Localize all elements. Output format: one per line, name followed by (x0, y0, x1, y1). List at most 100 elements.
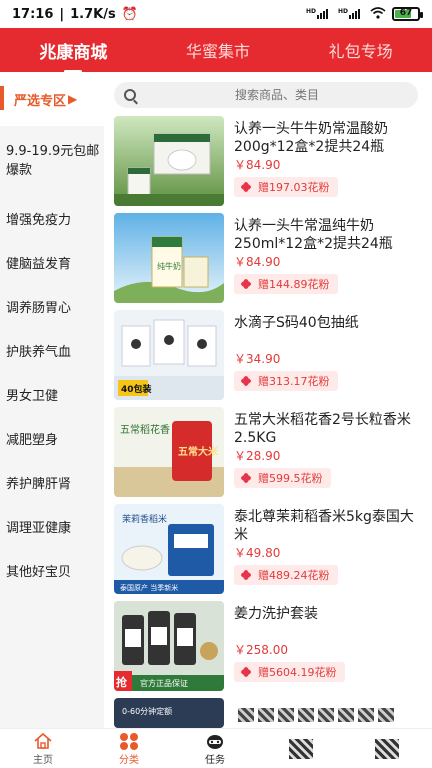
flower-icon (240, 375, 252, 387)
nav-blurred-1[interactable] (258, 729, 344, 768)
signal-icon-2: HD (338, 7, 364, 22)
product-price: ￥84.90 (234, 158, 281, 172)
product-image: 抢 官方正品保证 (114, 601, 224, 691)
search-input[interactable] (136, 88, 418, 102)
product-card[interactable]: 纯牛奶 认养一头牛常温纯牛奶250ml*12盒*2提共24瓶 ￥84.90 赠1… (104, 211, 432, 308)
points-text: 赠144.89花粉 (258, 278, 330, 291)
status-bar: 17:16 | 1.7K/s ⏰ HD HD 67 (0, 0, 432, 28)
product-price: ￥49.80 (234, 546, 281, 560)
product-image: 五常稻花香 五常大米 (114, 407, 224, 497)
product-image: 0-60分钟定额 (114, 698, 224, 728)
blurred-region (238, 708, 394, 726)
status-left: 17:16 | 1.7K/s ⏰ (12, 7, 138, 22)
svg-text:茉莉香稻米: 茉莉香稻米 (122, 513, 167, 525)
product-info: 五常大米稻花香2号长粒香米2.5KG ￥28.90 赠599.5花粉 (234, 407, 424, 502)
product-image (114, 116, 224, 206)
points-badge: 赠5604.19花粉 (234, 662, 345, 682)
tab-gift-pack[interactable]: 礼包专场 (319, 32, 403, 68)
product-name: 泰北尊茉莉稻香米5kg泰国大米 (234, 509, 414, 543)
product-name: 姜力洗护套装 (234, 606, 318, 622)
product-price: ￥258.00 (234, 643, 288, 657)
product-image: 纯牛奶 (114, 213, 224, 303)
product-price: ￥34.90 (234, 352, 281, 366)
points-text: 赠489.24花粉 (258, 569, 330, 582)
tab-zhaokang-mall[interactable]: 兆康商城 (29, 32, 117, 69)
search-icon (124, 89, 136, 101)
product-info: 泰北尊茉莉稻香米5kg泰国大米 ￥49.80 赠489.24花粉 (234, 504, 424, 599)
status-speed: 1.7K/s (70, 6, 116, 22)
product-card[interactable]: 茉莉香稻米 泰国原产 当季新米 泰北尊茉莉稻香米5kg泰国大米 ￥49.80 赠… (104, 502, 432, 599)
svg-text:抢: 抢 (116, 675, 128, 689)
product-card[interactable]: 40包装 水滴子S码40包抽纸 ￥34.90 赠313.17花粉 (104, 308, 432, 405)
search-bar[interactable] (114, 82, 418, 108)
sidebar-item-immunity[interactable]: 增强免疫力 (0, 196, 104, 240)
product-info: 认养一头牛常温纯牛奶250ml*12盒*2提共24瓶 ￥84.90 赠144.8… (234, 213, 424, 308)
sidebar-item-selected[interactable]: 严选专区 ▶ (0, 72, 104, 126)
flower-icon (240, 569, 252, 581)
sidebar-item-organs[interactable]: 养护脾肝肾 (0, 460, 104, 504)
alarm-icon: ⏰ (121, 6, 138, 22)
svg-text:40包装: 40包装 (121, 383, 153, 395)
svg-text:泰国原产 当季新米: 泰国原产 当季新米 (120, 583, 178, 592)
flower-icon (240, 472, 252, 484)
points-badge: 赠489.24花粉 (234, 565, 338, 585)
svg-text:纯牛奶: 纯牛奶 (157, 261, 181, 271)
product-card[interactable]: 抢 官方正品保证 姜力洗护套装 ￥258.00 赠5604.19花粉 (104, 599, 432, 696)
svg-text:五常稻花香: 五常稻花香 (120, 423, 170, 436)
nav-home-label: 主页 (33, 754, 53, 766)
nav-category[interactable]: 分类 (86, 729, 172, 768)
product-name: 五常大米稻花香2号长粒香米2.5KG (234, 412, 411, 446)
svg-text:HD: HD (306, 8, 316, 15)
home-icon (34, 732, 52, 749)
flower-icon (240, 278, 252, 290)
product-card[interactable]: 认养一头牛牛奶常温酸奶200g*12盒*2提共24瓶 ￥84.90 赠197.0… (104, 114, 432, 211)
sidebar-item-subhealth[interactable]: 调理亚健康 (0, 504, 104, 548)
points-text: 赠599.5花粉 (258, 472, 323, 485)
flower-icon (240, 181, 252, 193)
nav-home[interactable]: 主页 (0, 729, 86, 768)
caret-right-icon: ▶ (68, 92, 78, 106)
product-info: 姜力洗护套装 ￥258.00 赠5604.19花粉 (234, 601, 424, 696)
product-list: 认养一头牛牛奶常温酸奶200g*12盒*2提共24瓶 ￥84.90 赠197.0… (104, 114, 432, 728)
nav-category-label: 分类 (119, 754, 139, 766)
points-badge: 赠144.89花粉 (234, 274, 338, 294)
points-badge: 赠313.17花粉 (234, 371, 338, 391)
status-right: HD HD 67 (306, 6, 423, 22)
nav-blurred-2[interactable] (344, 729, 430, 768)
product-info: 水滴子S码40包抽纸 ￥34.90 赠313.17花粉 (234, 310, 424, 405)
product-card[interactable]: 五常稻花香 五常大米 五常大米稻花香2号长粒香米2.5KG ￥28.90 赠59… (104, 405, 432, 502)
robot-icon (207, 734, 223, 749)
svg-text:0-60分钟定额: 0-60分钟定额 (122, 706, 172, 716)
category-sidebar: 严选专区 ▶ 9.9-19.9元包邮爆款 增强免疫力 健脑益发育 调养肠胃心 护… (0, 72, 104, 728)
sidebar-item-stomach[interactable]: 调养肠胃心 (0, 284, 104, 328)
sidebar-item-skin[interactable]: 护肤养气血 (0, 328, 104, 372)
points-badge: 赠197.03花粉 (234, 177, 338, 197)
nav-task[interactable]: 任务 (172, 729, 258, 768)
product-info: 认养一头牛牛奶常温酸奶200g*12盒*2提共24瓶 ￥84.90 赠197.0… (234, 116, 424, 211)
signal-icon: HD (306, 7, 332, 22)
svg-text:五常大米: 五常大米 (178, 445, 219, 458)
sidebar-item-label: 严选专区 (14, 93, 67, 109)
top-tab-bar: 兆康商城 华蜜集市 礼包专场 (0, 28, 432, 72)
status-time: 17:16 (12, 6, 54, 22)
sidebar-item-bargain[interactable]: 9.9-19.9元包邮爆款 (0, 126, 104, 196)
product-name: 认养一头牛常温纯牛奶250ml*12盒*2提共24瓶 (234, 218, 393, 252)
battery-icon: 67 (392, 7, 423, 21)
sidebar-item-other[interactable]: 其他好宝贝 (0, 548, 104, 592)
wifi-icon (370, 6, 386, 22)
points-text: 赠313.17花粉 (258, 375, 330, 388)
sidebar-item-slimming[interactable]: 减肥塑身 (0, 416, 104, 460)
product-price: ￥84.90 (234, 255, 281, 269)
status-divider: | (59, 6, 65, 22)
product-image: 40包装 (114, 310, 224, 400)
product-card-partial[interactable]: 0-60分钟定额 (104, 696, 432, 728)
sidebar-item-hygiene[interactable]: 男女卫健 (0, 372, 104, 416)
svg-text:官方正品保证: 官方正品保证 (140, 678, 188, 688)
points-text: 赠5604.19花粉 (258, 666, 337, 679)
sidebar-item-brain[interactable]: 健脑益发育 (0, 240, 104, 284)
bottom-nav: 主页 分类 任务 (0, 728, 432, 768)
tab-huami-market[interactable]: 华蜜集市 (176, 32, 260, 68)
product-price: ￥28.90 (234, 449, 281, 463)
category-icon (120, 732, 138, 750)
product-name: 认养一头牛牛奶常温酸奶200g*12盒*2提共24瓶 (234, 121, 388, 155)
